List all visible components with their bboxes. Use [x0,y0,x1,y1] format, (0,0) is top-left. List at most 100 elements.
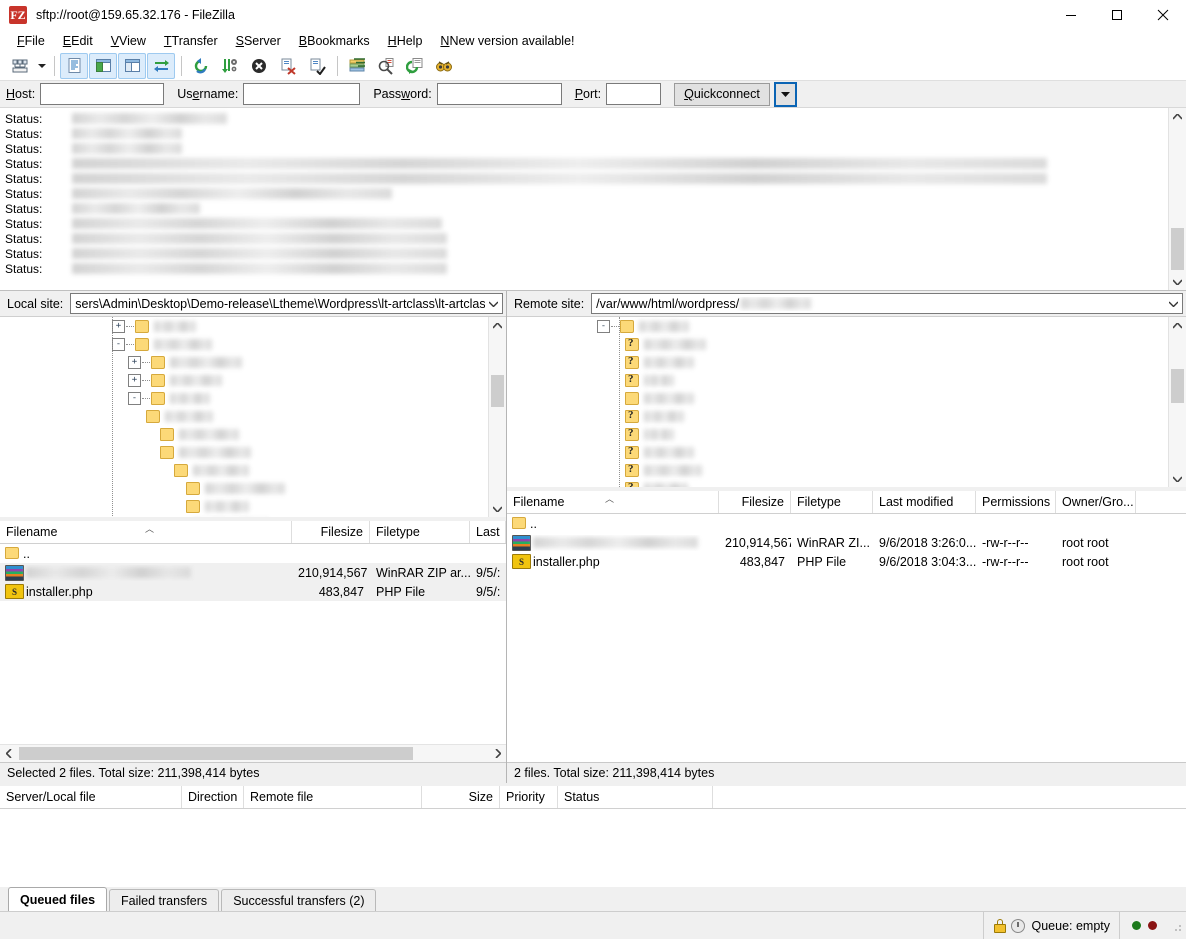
remote-directory-tree[interactable]: - [507,317,1186,487]
local-tree-nodes[interactable]: + - + + - [0,317,488,517]
tree-collapse-icon[interactable]: - [597,319,610,333]
column-header-filetype[interactable]: Filetype [370,521,470,543]
scroll-up-icon[interactable] [489,317,506,334]
file-row[interactable]: Sinstaller.php 483,847 PHP File 9/6/2018 3:… [507,552,1186,571]
tab-failed-transfers[interactable]: Failed transfers [109,889,220,911]
local-file-list-hscrollbar[interactable] [0,744,506,762]
toggle-message-log-icon[interactable] [60,52,88,79]
log-row[interactable]: Status: [0,246,1168,261]
transfer-queue-tabs[interactable]: Queued files Failed transfers Successful t… [0,887,1186,911]
site-manager-icon[interactable] [6,53,34,79]
certificate-icon[interactable] [1011,918,1026,933]
scroll-down-icon[interactable] [1169,470,1186,487]
tree-node[interactable]: + [112,317,196,335]
toggle-remote-tree-icon[interactable] [118,52,146,79]
scroll-up-icon[interactable] [1169,108,1186,125]
scroll-left-icon[interactable] [0,745,17,762]
synchronized-browsing-icon[interactable] [401,53,429,79]
column-header-last-modified[interactable]: Last modified [873,491,976,513]
file-row[interactable]: .. [0,544,506,563]
menu-bookmarks[interactable]: BBookmarks [290,31,379,51]
tree-node[interactable] [625,461,702,479]
scroll-down-icon[interactable] [1169,273,1186,290]
tree-node[interactable] [625,425,674,443]
port-input[interactable] [606,83,662,105]
remote-file-list[interactable]: Filename Filesize Filetype Last modified Per… [507,491,1186,762]
log-row[interactable]: Status: [0,171,1168,186]
tree-node[interactable] [160,425,239,443]
menu-view[interactable]: VView [102,31,155,51]
resize-grip-icon[interactable] [1169,919,1183,933]
log-row[interactable]: Status: [0,216,1168,231]
column-header-owner-gro[interactable]: Owner/Gro... [1056,491,1136,513]
tree-node[interactable] [160,443,251,461]
tree-node[interactable] [174,515,269,517]
local-file-list-rows[interactable]: .. 210,914,567 WinRAR ZIP ar... 9/5/: Sinsta… [0,544,506,744]
site-manager-dropdown-caret[interactable] [35,54,49,78]
remote-site-combo[interactable]: /var/www/html/wordpress/ [591,293,1183,314]
find-files-icon[interactable] [430,53,458,79]
disconnect-icon[interactable] [274,53,302,79]
tab-successful-transfers-2[interactable]: Successful transfers (2) [221,889,377,911]
tree-node[interactable] [625,335,706,353]
filter-icon[interactable] [343,53,371,79]
queue-column-direction[interactable]: Direction [182,786,244,808]
tab-queued-files[interactable]: Queued files [8,887,108,911]
queue-column-status[interactable]: Status [558,786,713,808]
queue-column-server-local-file[interactable]: Server/Local file [0,786,182,808]
minimize-icon[interactable] [1048,0,1094,30]
chevron-down-icon[interactable] [485,301,502,307]
log-row[interactable]: Status: [0,141,1168,156]
tree-node[interactable]: + [128,371,222,389]
tree-node[interactable] [625,407,684,425]
transfer-queue-rows[interactable] [0,809,1186,887]
scrollbar-thumb[interactable] [19,747,413,760]
tree-node[interactable] [186,479,285,497]
column-header-permissions[interactable]: Permissions [976,491,1056,513]
tree-node[interactable] [146,407,213,425]
log-row[interactable]: Status: [0,231,1168,246]
file-row[interactable]: 210,914,567 WinRAR ZI... 9/6/2018 3:26:0..… [507,533,1186,552]
local-file-list[interactable]: Filename Filesize Filetype Last ︿ .. 210,914,… [0,521,506,762]
scroll-right-icon[interactable] [489,745,506,762]
toggle-local-tree-icon[interactable] [89,52,117,79]
tree-node[interactable]: - [128,389,210,407]
log-row[interactable]: Status: [0,126,1168,141]
menu-file[interactable]: FFile [8,31,54,51]
menu-new-version[interactable]: NNew version available! [431,31,583,51]
remote-file-list-rows[interactable]: .. 210,914,567 WinRAR ZI... 9/6/2018 3:26:0… [507,514,1186,762]
username-input[interactable] [243,83,361,105]
column-header-filesize[interactable]: Filesize [719,491,791,513]
compare-directories-icon[interactable] [372,53,400,79]
menu-help[interactable]: HHelp [379,31,432,51]
remote-tree-nodes[interactable]: - [507,317,1168,487]
tree-node[interactable] [625,389,694,407]
local-file-list-header[interactable]: Filename Filesize Filetype Last ︿ [0,521,506,544]
scrollbar-thumb[interactable] [491,375,504,407]
file-row[interactable]: .. [507,514,1186,533]
reconnect-icon[interactable] [303,53,331,79]
transfer-queue-header[interactable]: Server/Local file Direction Remote file Siz… [0,786,1186,809]
chevron-down-icon[interactable] [1165,301,1182,307]
tree-node[interactable]: - [597,317,689,335]
local-directory-tree[interactable]: + - + + - [0,317,506,517]
tree-node[interactable] [186,497,249,515]
column-header-filesize[interactable]: Filesize [292,521,370,543]
file-row[interactable]: 210,914,567 WinRAR ZIP ar... 9/5/: [0,563,506,582]
file-row[interactable]: Sinstaller.php 483,847 PHP File 9/5/: [0,582,506,601]
scrollbar-thumb[interactable] [1171,369,1184,403]
scroll-down-icon[interactable] [489,500,506,517]
tree-node[interactable] [625,371,674,389]
tree-node[interactable]: - [112,335,212,353]
tree-expand-icon[interactable]: + [112,319,125,333]
local-tree-scrollbar[interactable] [488,317,506,517]
tree-node[interactable] [625,353,694,371]
log-row[interactable]: Status: [0,261,1168,276]
log-row[interactable]: Status: [0,111,1168,126]
quickconnect-history-dropdown[interactable] [773,81,797,107]
remote-file-list-header[interactable]: Filename Filesize Filetype Last modified Per… [507,491,1186,514]
local-site-combo[interactable]: sers\Admin\Desktop\Demo-release\Ltheme\W… [70,293,503,314]
menu-server[interactable]: SServer [227,31,290,51]
quickconnect-button[interactable]: Quickconnect [674,82,770,106]
cancel-operation-icon[interactable] [245,53,273,79]
